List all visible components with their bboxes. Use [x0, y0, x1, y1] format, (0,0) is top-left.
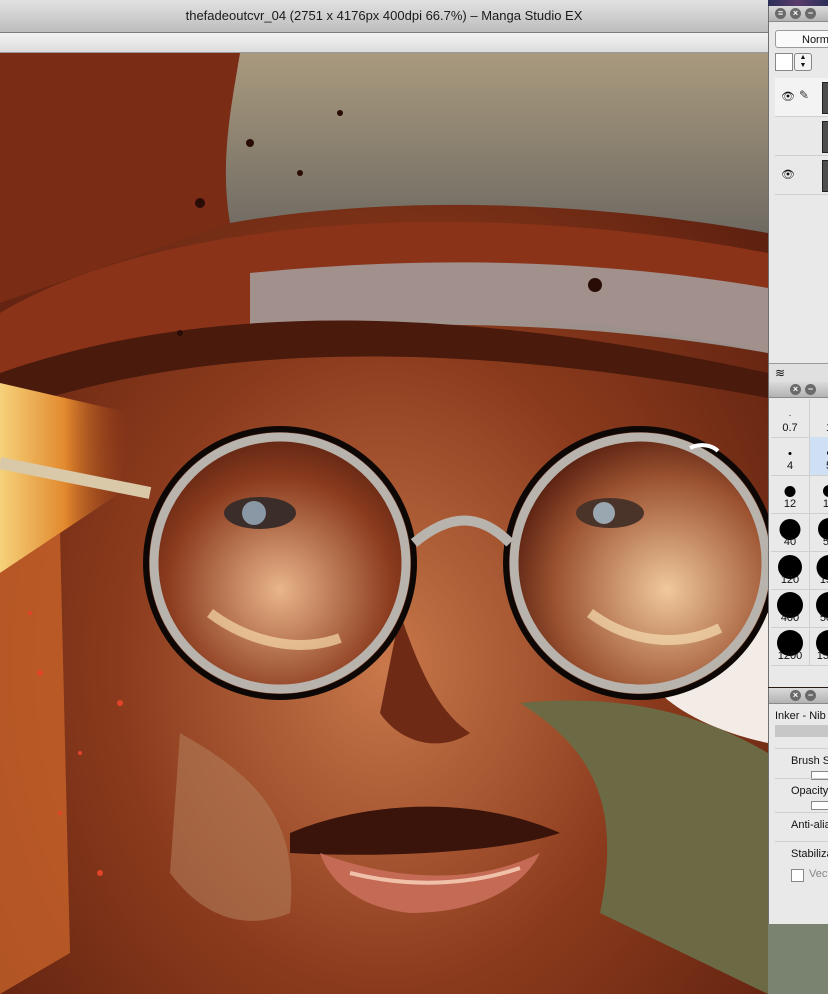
brush-size-option[interactable]: 500 [810, 589, 828, 628]
brush-size-label: 120 [780, 574, 800, 586]
vector-label: Vector [809, 868, 828, 880]
anti-alias-property[interactable]: Anti-alias [775, 812, 828, 841]
pen-icon: ✎ [799, 88, 810, 102]
brush-size-option[interactable]: 12 [771, 475, 810, 514]
brush-tip-icon [789, 414, 791, 416]
brush-size-option[interactable]: 150 [810, 551, 828, 590]
brush-size-label: 1 [810, 422, 828, 434]
eye-icon[interactable]: 👁 [781, 168, 795, 181]
vector-checkbox[interactable] [791, 869, 804, 882]
blend-mode-select[interactable]: Normal [775, 30, 828, 48]
brush-size-property[interactable]: Brush Size [775, 748, 828, 781]
brush-size-option[interactable]: 1500 [810, 627, 828, 666]
tool-preview [775, 725, 828, 737]
layer-color-swatch[interactable] [775, 53, 793, 71]
layer-row[interactable] [775, 117, 828, 156]
brush-tip-icon [788, 451, 792, 455]
brush-size-label: 40 [783, 536, 797, 548]
anti-alias-label: Anti-alias [791, 819, 828, 831]
layer-palette-title-bar[interactable]: ≡ × − [769, 6, 828, 22]
layer-row[interactable]: 👁 ✎ [775, 78, 828, 117]
palette-close-icon[interactable]: × [790, 8, 801, 19]
brush-size-option[interactable]: 15 [810, 475, 828, 514]
artwork [0, 53, 768, 994]
brush-size-label: 400 [780, 612, 800, 624]
opacity-slider[interactable] [811, 801, 828, 810]
document-title-bar[interactable]: thefadeoutcvr_04 (2751 x 4176px 400dpi 6… [0, 0, 768, 33]
drawing-canvas[interactable] [0, 53, 768, 994]
brush-size-label: 5 [810, 460, 828, 472]
palette-close-icon[interactable]: × [790, 384, 801, 395]
brush-size-option[interactable]: 40 [771, 513, 810, 552]
layer-thumbnail [822, 160, 828, 192]
brush-size-option[interactable]: 4 [771, 437, 810, 476]
brush-size-label: 4 [786, 460, 794, 472]
background-window [768, 924, 828, 994]
brush-size-option[interactable]: 1200 [771, 627, 810, 666]
palette-minimize-icon[interactable]: − [805, 384, 816, 395]
opacity-label: Opacity [791, 785, 828, 797]
brush-size-label: 1200 [777, 650, 803, 662]
stabilization-property[interactable]: Stabilization [775, 841, 828, 870]
stabilization-label: Stabilization [791, 848, 828, 860]
brush-size-label: 1500 [816, 650, 828, 662]
brush-size-option[interactable]: 0.7 [771, 399, 810, 438]
layer-thumbnail [822, 121, 828, 153]
document-toolbar [0, 33, 768, 53]
brush-size-label: 50 [810, 536, 828, 548]
layer-palette-footer: ≋ [769, 363, 828, 382]
brush-size-label: 0.7 [782, 422, 798, 434]
brush-size-palette-title-bar[interactable]: × − [769, 382, 828, 398]
brush-size-palette: × − 0.7 1 4 5 12 15 40 50 120 150 400 500 1200 1500 [768, 382, 828, 687]
palette-minimize-icon[interactable]: − [805, 690, 816, 701]
layer-row[interactable]: 👁 [775, 156, 828, 195]
stepper-arrows-icon[interactable]: ▲ ▼ [794, 53, 812, 71]
layer-thumbnail [822, 82, 828, 114]
brush-size-label: 12 [783, 498, 797, 510]
brush-tip-icon [823, 485, 828, 497]
brush-size-label: 500 [819, 612, 828, 624]
brush-size-option[interactable]: 400 [771, 589, 810, 628]
brush-size-label: 15 [810, 498, 828, 510]
brush-size-label: Brush Size [791, 755, 828, 767]
brush-size-label: 150 [819, 574, 828, 586]
palette-minimize-icon[interactable]: − [805, 8, 816, 19]
palette-menu-icon[interactable]: ≡ [775, 8, 786, 19]
layer-palette: ≡ × − Normal ▲▼ 👁 ✎ 👁 ≋ [768, 6, 828, 382]
brush-size-option[interactable]: 1 [810, 399, 828, 438]
brush-size-option[interactable]: 5 [810, 437, 828, 476]
tool-property-palette: × − Inker - Nib Brush Size Opacity Anti-… [768, 688, 828, 924]
opacity-property[interactable]: Opacity [775, 778, 828, 811]
eye-icon[interactable]: 👁 [781, 90, 795, 103]
window-title: thefadeoutcvr_04 (2751 x 4176px 400dpi 6… [185, 8, 583, 23]
brush-tip-icon [784, 485, 796, 497]
brush-size-option[interactable]: 120 [771, 551, 810, 590]
layers-stack-icon[interactable]: ≋ [775, 366, 785, 380]
tool-name-label: Inker - Nib [775, 710, 826, 722]
brush-size-option[interactable]: 50 [810, 513, 828, 552]
tool-property-palette-title-bar[interactable]: × − [769, 688, 828, 704]
palette-close-icon[interactable]: × [790, 690, 801, 701]
